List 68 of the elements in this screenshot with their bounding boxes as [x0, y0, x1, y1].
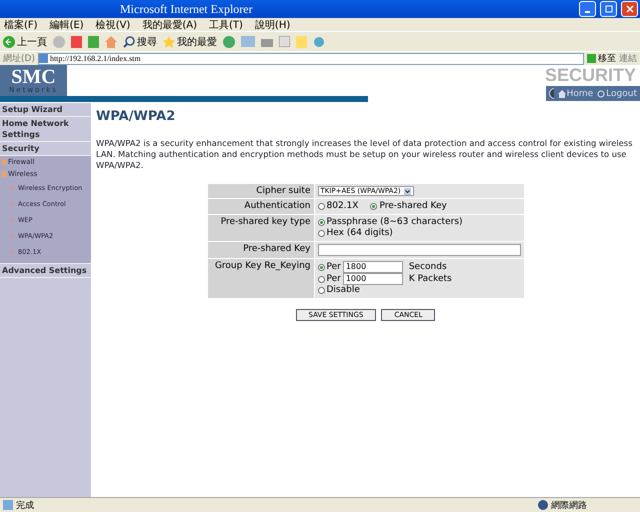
menu-item[interactable]: 說明(H)	[254, 18, 290, 32]
page-title: WPA/WPA2	[96, 109, 176, 124]
window-title: Microsoft Internet Explorer	[119, 2, 254, 16]
menu-item[interactable]: 編輯(E)	[50, 18, 84, 32]
close-button[interactable]	[621, 1, 638, 17]
maximize-icon	[604, 5, 612, 13]
field-label: Authentication	[208, 199, 314, 214]
key-input-field[interactable]	[318, 244, 520, 256]
radio-button[interactable]	[318, 287, 324, 294]
value-input-field[interactable]: 1000	[342, 273, 403, 285]
sidebar-item[interactable]: Home Network Settings	[0, 117, 91, 142]
field-label: Pre-shared Key	[208, 242, 314, 258]
bullet-icon	[2, 159, 6, 165]
option-label: Per	[326, 274, 341, 284]
address-label: 網址(D)	[3, 52, 35, 65]
home-link[interactable]: Home	[558, 88, 594, 98]
radio-button[interactable]	[318, 264, 324, 270]
unit-label: K Packets	[408, 274, 452, 284]
maximize-button[interactable]	[600, 1, 617, 17]
triangle-icon	[10, 217, 15, 223]
radio-button[interactable]	[318, 219, 324, 226]
star-icon	[163, 36, 175, 48]
field-label: Group Key Re_Keying	[208, 259, 314, 298]
favorites-button[interactable]: 我的最愛	[163, 34, 217, 48]
home-icon[interactable]	[105, 36, 117, 48]
section-title: SECURITY	[544, 65, 636, 86]
address-field[interactable]: http://192.168.2.1/index.stm	[38, 52, 584, 64]
links-label[interactable]: 連結	[619, 52, 637, 65]
minimize-button[interactable]	[579, 1, 596, 17]
option-label: Hex (64 digits)	[326, 228, 393, 239]
triangle-icon	[10, 233, 15, 239]
menu-item[interactable]: 我的最愛(A)	[142, 18, 197, 32]
home-icon	[558, 90, 566, 98]
option-label: Per	[326, 262, 341, 272]
triangle-icon	[10, 249, 15, 255]
status-text: 完成	[16, 500, 35, 512]
bullet-icon	[2, 171, 6, 177]
page-icon	[38, 54, 48, 63]
sidebar-item[interactable]: Setup Wizard	[0, 103, 91, 117]
close-icon	[626, 5, 634, 13]
option-label: Pre-shared Key	[379, 201, 447, 212]
radio-button[interactable]	[370, 203, 378, 210]
menu-item[interactable]: 檢視(V)	[96, 18, 130, 32]
radio-button[interactable]	[318, 230, 324, 237]
option-label: Disable	[326, 285, 360, 296]
triangle-icon	[10, 201, 15, 207]
radio-button[interactable]	[318, 203, 324, 210]
triangle-icon	[10, 185, 15, 191]
value-input-field[interactable]: 1800	[342, 261, 403, 273]
zone-text: 網際網路	[551, 500, 587, 512]
logout-link[interactable]: Logout	[597, 88, 637, 98]
option-label: Passphrase (8~63 characters)	[326, 217, 463, 228]
power-icon	[597, 90, 606, 98]
option-label: 802.1X	[326, 201, 358, 212]
search-icon	[123, 36, 135, 48]
menu-item[interactable]: 檔案(F)	[4, 18, 38, 32]
back-button[interactable]: 上一頁	[3, 34, 47, 48]
caret-icon	[404, 188, 411, 194]
field-label: Cipher suite	[208, 184, 314, 198]
radio-button[interactable]	[318, 276, 324, 282]
menu-item[interactable]: 工具(T)	[209, 18, 243, 32]
field-label: Pre-shared key type	[208, 215, 314, 241]
page-icon	[3, 500, 13, 510]
go-button[interactable]: 移至	[587, 52, 616, 65]
unit-label: Seconds	[408, 262, 447, 272]
description: WPA/WPA2 is a security enhancement that strongly increases the level of data protection and access control for existing wireless LAN. Matching authentication and encryption methods must be setup on your wireless router and wireless client devices to use WPA/WPA2.	[96, 138, 634, 171]
search-button[interactable]: 搜尋	[123, 34, 157, 48]
sidebar-item[interactable]: Advanced Settings	[0, 264, 91, 278]
